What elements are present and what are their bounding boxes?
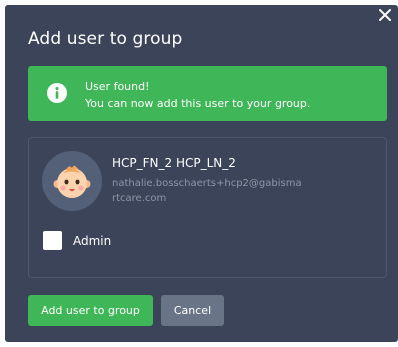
dialog-title: Add user to group xyxy=(28,29,183,49)
add-user-dialog: Add user to group User found! You can no… xyxy=(5,5,398,342)
add-user-to-group-button[interactable]: Add user to group xyxy=(28,295,153,326)
success-alert: User found! You can now add this user to… xyxy=(28,66,387,121)
admin-checkbox[interactable] xyxy=(43,231,62,250)
user-email: nathalie.bosschaerts+hcp2@gabismartcare.… xyxy=(112,178,302,204)
info-icon xyxy=(47,83,67,103)
user-name: HCP_FN_2 HCP_LN_2 xyxy=(112,156,236,170)
cancel-button[interactable]: Cancel xyxy=(161,295,224,326)
alert-description: You can now add this user to your group. xyxy=(85,97,311,110)
avatar xyxy=(42,151,102,211)
admin-checkbox-label: Admin xyxy=(73,234,112,248)
baby-face-avatar-icon xyxy=(53,165,91,198)
close-icon[interactable] xyxy=(377,7,393,23)
user-card: HCP_FN_2 HCP_LN_2 nathalie.bosschaerts+h… xyxy=(28,137,387,278)
alert-message: User found! You can now add this user to… xyxy=(85,78,310,112)
alert-title: User found! xyxy=(85,80,150,93)
